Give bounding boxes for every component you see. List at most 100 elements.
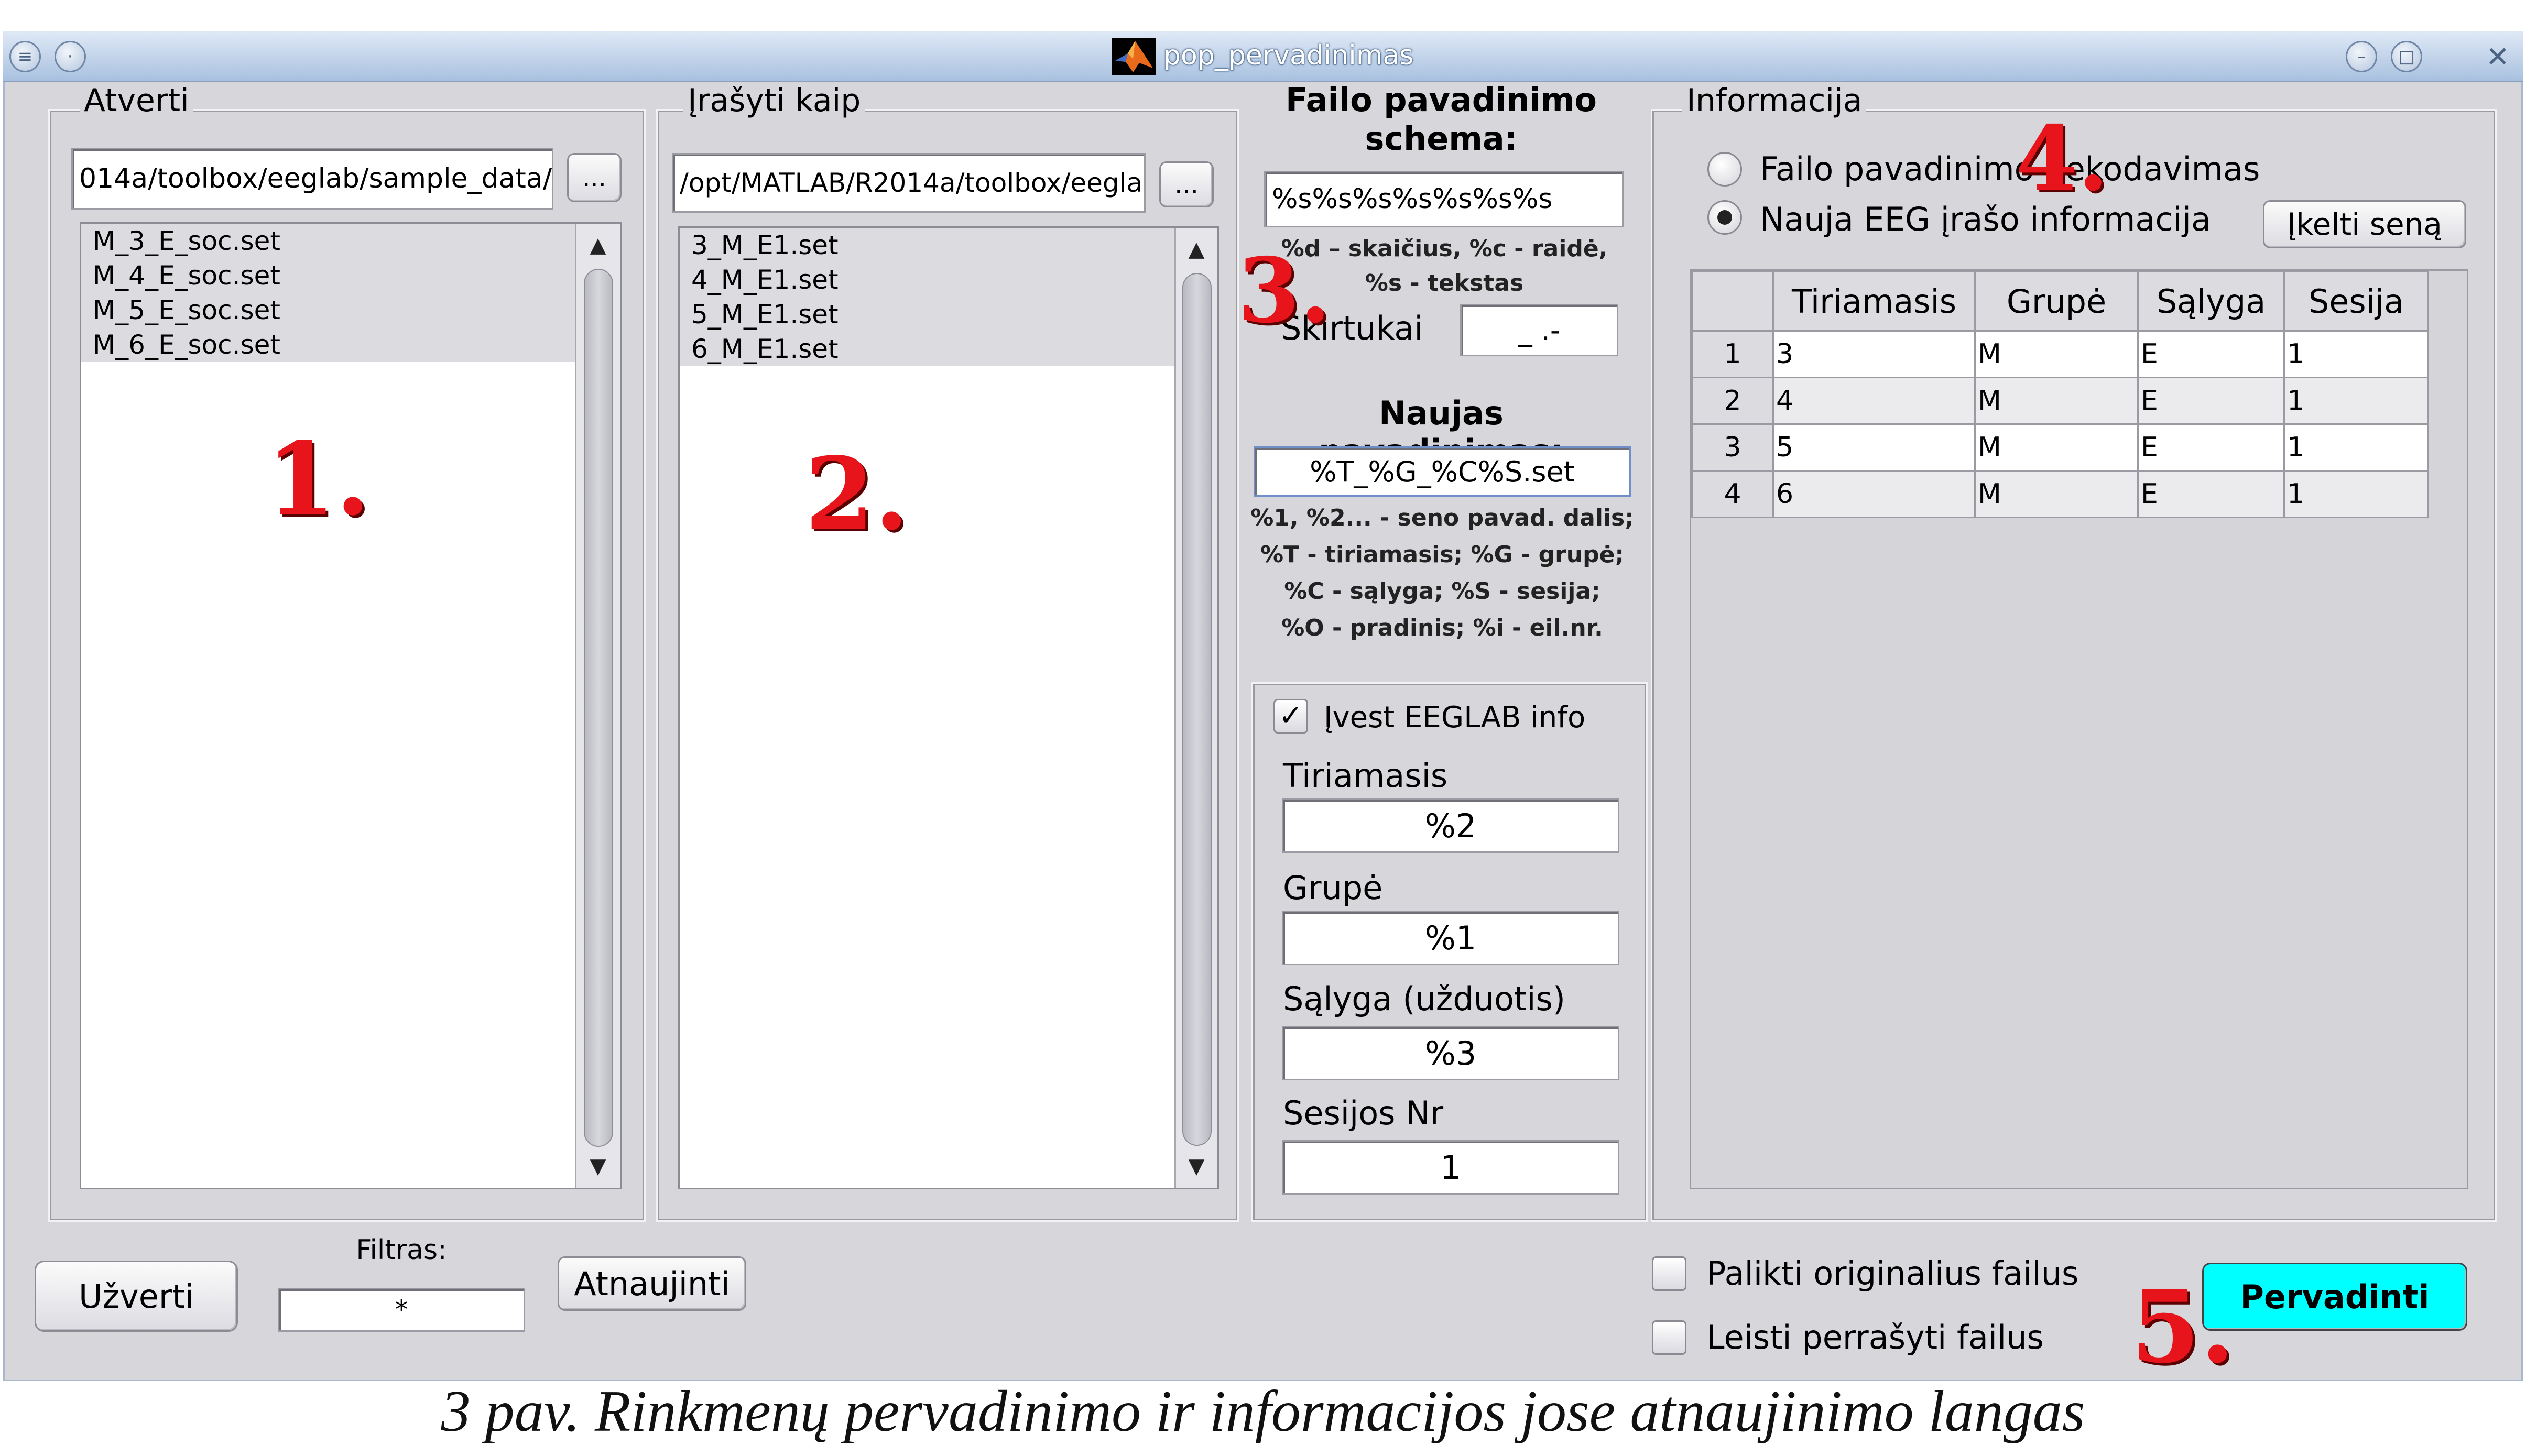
minimize-icon[interactable]: – (2346, 41, 2377, 72)
filter-input[interactable]: * (278, 1288, 525, 1332)
scroll-thumb[interactable] (1182, 273, 1212, 1146)
table-cell[interactable]: 3 (1772, 330, 1976, 378)
scroll-down-icon[interactable]: ▼ (582, 1148, 614, 1185)
column-header[interactable]: Tiriamasis (1772, 271, 1976, 332)
info-table-area[interactable]: Tiriamasis Grupė Sąlyga Sesija 13ME124ME… (1690, 269, 2468, 1189)
scroll-up-icon[interactable]: ▲ (582, 227, 614, 264)
info-table: Tiriamasis Grupė Sąlyga Sesija 13ME124ME… (1691, 271, 2429, 518)
scroll-down-icon[interactable]: ▼ (1180, 1148, 1213, 1185)
table-cell[interactable]: M (1974, 423, 2139, 472)
file-list-item[interactable]: 6_M_E1.set (680, 332, 1174, 366)
column-header[interactable]: Sesija (2283, 271, 2429, 332)
keep-originals-label: Palikti originalius failus (1706, 1254, 2079, 1293)
placeholder-legend-line: %C - sąlyga; %S - sesija; (1284, 578, 1600, 605)
new-name-input[interactable]: %T_%G_%C%S.set (1254, 446, 1631, 497)
keep-originals-checkbox[interactable] (1652, 1256, 1686, 1291)
scheme-input[interactable]: %s%s%s%s%s%s%s (1264, 171, 1624, 227)
table-cell[interactable]: M (1974, 377, 2139, 425)
condition-label: Sąlyga (užduotis) (1283, 980, 1565, 1018)
table-cell[interactable]: 1 (2283, 377, 2429, 425)
save-path-input[interactable]: /opt/MATLAB/R2014a/toolbox/eegla (672, 153, 1146, 213)
table-cell[interactable]: 1 (2283, 470, 2429, 518)
group-label: Grupė (1283, 869, 1383, 907)
save-list-scrollbar[interactable]: ▲ ▼ (1174, 228, 1217, 1188)
table-cell[interactable]: 1 (2283, 423, 2429, 472)
marker-1: 1. (266, 421, 371, 538)
rename-button[interactable]: Pervadinti (2202, 1263, 2467, 1331)
table-cell[interactable]: M (1974, 330, 2139, 378)
info-table-body: 13ME124ME135ME146ME1 (1691, 330, 2429, 518)
eeglab-info-checkbox[interactable]: ✓ (1273, 699, 1308, 734)
save-file-list[interactable]: 3_M_E1.set 4_M_E1.set 5_M_E1.set 6_M_E1.set… (678, 226, 1219, 1189)
condition-input[interactable]: %3 (1282, 1026, 1619, 1080)
close-window-icon[interactable]: ✕ (2482, 40, 2513, 73)
row-header[interactable]: 2 (1691, 377, 1774, 425)
table-row: 13ME1 (1691, 330, 2429, 378)
file-list-item[interactable]: 3_M_E1.set (680, 228, 1174, 262)
load-old-button[interactable]: Įkelti seną (2263, 200, 2466, 248)
file-list-item[interactable]: 4_M_E1.set (680, 262, 1174, 297)
marker-4: 4. (2016, 106, 2109, 211)
marker-2: 2. (805, 435, 909, 552)
group-input[interactable]: %1 (1282, 911, 1619, 965)
radio-decode-label: Failo pavadinimo dekodavimas (1760, 150, 2260, 188)
row-header[interactable]: 1 (1691, 330, 1774, 378)
table-cell[interactable]: 6 (1772, 470, 1976, 518)
refresh-button[interactable]: Atnaujinti (558, 1256, 746, 1311)
open-browse-button[interactable]: ... (567, 153, 622, 202)
row-header[interactable]: 4 (1691, 470, 1774, 518)
table-cell[interactable]: E (2137, 330, 2285, 378)
open-panel-legend: Atverti (80, 85, 193, 116)
save-browse-button[interactable]: ... (1159, 161, 1214, 207)
radio-dot-icon (1717, 210, 1732, 225)
file-list-item[interactable]: 5_M_E1.set (680, 297, 1174, 332)
allow-overwrite-label: Leisti perrašyti failus (1706, 1318, 2044, 1356)
table-cell[interactable]: M (1974, 470, 2139, 518)
radio-new[interactable] (1707, 200, 1742, 235)
placeholder-legend-line: %T - tiriamasis; %G - grupė; (1260, 541, 1625, 568)
marker-3: 3. (1238, 238, 1331, 343)
separators-input[interactable]: _ .- (1460, 304, 1618, 356)
table-cell[interactable]: E (2137, 470, 2285, 518)
radio-decode[interactable] (1707, 152, 1742, 187)
placeholder-legend-line: %1, %2... - seno pavad. dalis; (1250, 505, 1634, 531)
table-row: 35ME1 (1691, 423, 2429, 472)
radio-new-label: Nauja EEG įrašo informacija (1760, 200, 2211, 238)
column-header[interactable]: Grupė (1974, 271, 2139, 332)
table-row: 24ME1 (1691, 377, 2429, 425)
scroll-up-icon[interactable]: ▲ (1180, 231, 1213, 268)
file-list-item[interactable]: M_5_E_soc.set (81, 293, 575, 327)
open-list-scrollbar[interactable]: ▲ ▼ (575, 224, 620, 1188)
file-list-item[interactable]: M_4_E_soc.set (81, 258, 575, 293)
table-cell[interactable]: E (2137, 377, 2285, 425)
filter-label: Filtras: (356, 1234, 447, 1266)
subject-label: Tiriamasis (1283, 757, 1448, 795)
close-button[interactable]: Užverti (35, 1261, 238, 1332)
window-title: pop_pervadinimas (1163, 40, 1414, 71)
table-corner (1691, 271, 1774, 332)
info-panel-legend: Informacija (1682, 85, 1867, 116)
session-input[interactable]: 1 (1282, 1140, 1619, 1195)
sticky-icon[interactable]: · (55, 41, 86, 72)
maximize-icon[interactable]: □ (2391, 41, 2422, 72)
menu-icon[interactable]: ≡ (9, 41, 41, 72)
table-cell[interactable]: 4 (1772, 377, 1976, 425)
table-cell[interactable]: E (2137, 423, 2285, 472)
checkmark-icon: ✓ (1278, 699, 1303, 733)
subject-input[interactable]: %2 (1282, 798, 1619, 853)
placeholder-legend-line: %O - pradinis; %i - eil.nr. (1281, 615, 1603, 641)
open-file-items: M_3_E_soc.set M_4_E_soc.set M_5_E_soc.set M… (81, 224, 575, 362)
file-list-item[interactable]: M_6_E_soc.set (81, 327, 575, 362)
open-file-list[interactable]: M_3_E_soc.set M_4_E_soc.set M_5_E_soc.set M… (80, 222, 622, 1189)
table-cell[interactable]: 5 (1772, 423, 1976, 472)
row-header[interactable]: 3 (1691, 423, 1774, 472)
open-path-input[interactable]: 014a/toolbox/eeglab/sample_data/L (71, 148, 553, 210)
scheme-heading: Failo pavadinimo schema: (1286, 81, 1597, 158)
file-list-item[interactable]: M_3_E_soc.set (81, 224, 575, 258)
allow-overwrite-checkbox[interactable] (1652, 1320, 1686, 1355)
scroll-thumb[interactable] (584, 269, 613, 1147)
column-header[interactable]: Sąlyga (2137, 271, 2285, 332)
matlab-icon (1112, 38, 1156, 75)
table-cell[interactable]: 1 (2283, 330, 2429, 378)
placeholder-legend: %1, %2... - seno pavad. dalis; %T - tiri… (1242, 500, 1642, 647)
